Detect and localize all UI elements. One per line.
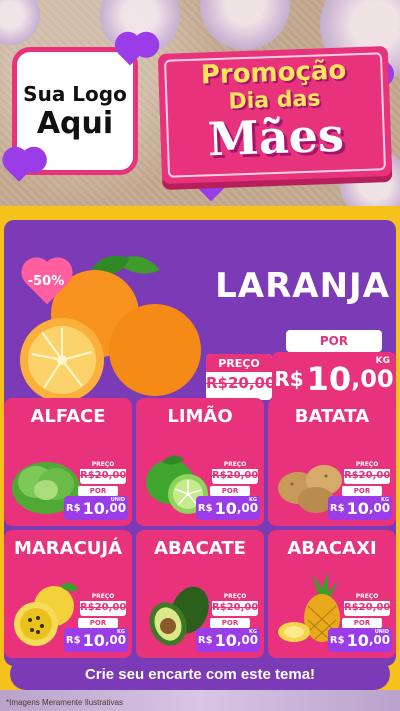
new-price-label: POR (342, 618, 382, 628)
price-unit: KG (249, 497, 257, 503)
old-price-value: R$20,00 (344, 602, 391, 613)
new-price-label: POR (342, 486, 382, 496)
new-price-value: R$ 10 ,00 UNID (64, 496, 128, 520)
new-price-label: POR (210, 486, 250, 496)
old-price-label: PREÇO (206, 354, 272, 372)
new-price-value: R$ 10 ,00 KG (196, 628, 260, 652)
old-price-tag: PREÇO R$20,00 (206, 354, 276, 400)
price-unit: KG (249, 629, 257, 635)
old-price-value: R$20,00 (344, 470, 391, 481)
price-unit: KG (117, 629, 125, 635)
price-integer: 10 (214, 630, 237, 650)
flower-decoration (200, 0, 290, 50)
new-price-label: POR (210, 618, 250, 628)
price-decimal: ,00 (236, 633, 259, 647)
price-unit: KG (375, 356, 390, 366)
product-name: MARACUJÁ (13, 538, 123, 559)
old-price-label: PREÇO (80, 592, 126, 601)
price-decimal: ,00 (236, 501, 259, 515)
product-card-maracuja[interactable]: MARACUJÁ PREÇO R$20,00 POR R$ 10 ,00 KG (4, 530, 132, 658)
new-price-value: R$ 10 ,00 KG (328, 496, 392, 520)
price-decimal: ,00 (104, 633, 127, 647)
old-price-value: R$20,00 (206, 374, 276, 392)
header: Sua Logo Aqui Promoção Dia das Mães (0, 0, 400, 206)
old-price-tag: PREÇO R$20,00 (344, 592, 390, 616)
disclaimer: *Imagens Meramente Ilustrativas (6, 698, 123, 707)
old-price-tag: PREÇO R$20,00 (80, 592, 126, 616)
currency: R$ (197, 634, 213, 646)
price-decimal: ,00 (368, 501, 391, 515)
currency: R$ (274, 367, 304, 391)
hero-product-card[interactable]: -50% LARANJA PREÇO R$20,00 POR R$ 10 ,00… (6, 226, 396, 406)
new-price-value: R$ 10 ,00 KG (196, 496, 260, 520)
product-name: BATATA (294, 406, 370, 427)
old-price-label: PREÇO (80, 460, 126, 469)
old-price-label: PREÇO (212, 592, 258, 601)
product-card-abacate[interactable]: ABACATE PREÇO R$20,00 POR R$ 10 ,00 KG (136, 530, 264, 658)
currency: R$ (65, 502, 81, 514)
logo-line2: Aqui (36, 105, 114, 141)
price-integer: 10 (82, 498, 105, 518)
price-decimal: ,00 (104, 501, 127, 515)
product-card-limao[interactable]: LIMÃO PREÇO R$20,00 POR R$ 10 ,00 KG (136, 398, 264, 526)
old-price-label: PREÇO (212, 460, 258, 469)
price-integer: 10 (346, 630, 369, 650)
flower-decoration (0, 0, 40, 45)
old-price-tag: PREÇO R$20,00 (212, 592, 258, 616)
product-name: ALFACE (30, 406, 106, 427)
new-price-label: POR (78, 618, 118, 628)
product-name: LARANJA (215, 266, 390, 306)
discount-badge: -50% (20, 258, 72, 306)
price-integer: 10 (82, 630, 105, 650)
price-decimal: ,00 (351, 365, 394, 393)
price-unit: UNID (374, 629, 389, 635)
new-price-value: R$ 10 ,00 UNID (328, 628, 392, 652)
discount-text: -50% (27, 274, 65, 289)
old-price-tag: PREÇO R$20,00 (80, 460, 126, 484)
price-unit: UNID (110, 497, 125, 503)
currency: R$ (65, 634, 81, 646)
currency: R$ (329, 634, 345, 646)
product-card-batata[interactable]: BATATA PREÇO R$20,00 POR R$ 10 ,00 KG (268, 398, 396, 526)
price-integer: 10 (306, 360, 352, 398)
product-name: LIMÃO (167, 406, 233, 427)
new-price-value: R$ 10 ,00 KG (64, 628, 128, 652)
old-price-value: R$20,00 (80, 602, 127, 613)
old-price-value: R$20,00 (212, 602, 259, 613)
old-price-tag: PREÇO R$20,00 (344, 460, 390, 484)
promo-banner: Promoção Dia das Mães (157, 46, 393, 184)
heart-icon (6, 156, 32, 182)
price-decimal: ,00 (368, 633, 391, 647)
old-price-value: R$20,00 (80, 470, 127, 481)
product-name: ABACATE (154, 538, 246, 559)
product-card-alface[interactable]: ALFACE PREÇO R$20,00 POR R$ 10 ,00 UNID (4, 398, 132, 526)
currency: R$ (197, 502, 213, 514)
old-price-value: R$20,00 (212, 470, 259, 481)
promo-highlight: Mães (206, 107, 345, 167)
product-name: ABACAXI (287, 538, 377, 559)
logo-line1: Sua Logo (23, 81, 127, 106)
price-unit: KG (381, 497, 389, 503)
product-card-abacaxi[interactable]: ABACAXI PREÇO R$20,00 POR R$ 10 ,00 UNID (268, 530, 396, 658)
old-price-label: PREÇO (344, 460, 390, 469)
price-integer: 10 (346, 498, 369, 518)
old-price-label: PREÇO (344, 592, 390, 601)
new-price-label: POR (78, 486, 118, 496)
cta-button[interactable]: Crie seu encarte com este tema! (10, 658, 390, 690)
currency: R$ (329, 502, 345, 514)
old-price-tag: PREÇO R$20,00 (212, 460, 258, 484)
price-integer: 10 (214, 498, 237, 518)
new-price-label: POR (286, 330, 382, 352)
